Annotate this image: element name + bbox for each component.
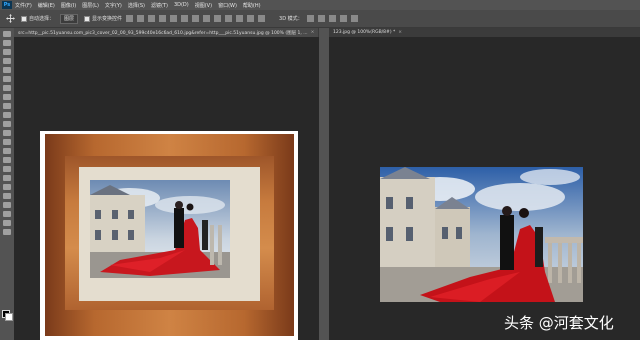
path-select-tool-icon[interactable] (3, 193, 11, 199)
distribute-left-icon[interactable] (225, 15, 233, 22)
photoshop-logo: Ps (2, 1, 12, 9)
align-left-icon[interactable] (159, 15, 167, 22)
auto-select-checkbox[interactable]: 自动选择： (21, 15, 54, 22)
3d-rotate-icon[interactable] (306, 15, 314, 22)
zoom-tool-icon[interactable] (3, 220, 11, 226)
menu-help[interactable]: 帮助(H) (243, 2, 261, 9)
distribute-center-icon[interactable] (236, 15, 244, 22)
quick-select-tool-icon[interactable] (3, 58, 11, 64)
3d-scale-icon[interactable] (350, 15, 358, 22)
frame-tool-icon[interactable] (3, 76, 11, 82)
crop-tool-icon[interactable] (3, 67, 11, 73)
brush-tool-icon[interactable] (3, 112, 11, 118)
clone-stamp-tool-icon[interactable] (3, 121, 11, 127)
show-transform-checkbox[interactable]: 显示变换控件 (84, 15, 122, 22)
frame-inner-bevel (65, 156, 274, 310)
frame-mat (79, 167, 260, 301)
checkbox-icon (21, 15, 27, 22)
menu-bar: Ps 文件(F) 编辑(E) 图像(I) 图层(L) 文字(Y) 选择(S) 滤… (0, 0, 640, 10)
shape-tool-icon[interactable] (3, 202, 11, 208)
hand-tool-icon[interactable] (3, 211, 11, 217)
close-icon[interactable]: × (398, 30, 402, 35)
menu-layer[interactable]: 图层(L) (82, 2, 99, 9)
eraser-tool-icon[interactable] (3, 139, 11, 145)
menu-file[interactable]: 文件(F) (15, 2, 32, 9)
menu-edit[interactable]: 编辑(E) (38, 2, 55, 9)
panel-divider[interactable] (319, 28, 329, 340)
document-tab[interactable]: 123.jpg @ 100%(RGB/8#) * × (329, 28, 406, 37)
align-middle-icon[interactable] (137, 15, 145, 22)
distribute-top-icon[interactable] (192, 15, 200, 22)
align-top-icon[interactable] (126, 15, 134, 22)
lasso-tool-icon[interactable] (3, 49, 11, 55)
options-bar: 自动选择： 图层 显示变换控件 3D 模式： (0, 10, 640, 28)
show-transform-label: 显示变换控件 (92, 16, 123, 22)
pen-tool-icon[interactable] (3, 175, 11, 181)
align-bottom-icon[interactable] (148, 15, 156, 22)
checkbox-icon (84, 15, 91, 22)
background-color-swatch[interactable] (5, 313, 13, 321)
distribute-middle-icon[interactable] (203, 15, 211, 22)
eyedropper-tool-icon[interactable] (3, 85, 11, 91)
auto-select-dropdown[interactable]: 图层 (60, 13, 79, 24)
history-brush-tool-icon[interactable] (3, 130, 11, 136)
watermark-text: 头条 @河套文化 (504, 314, 614, 332)
ruler-tool-icon[interactable] (3, 94, 11, 100)
mode-3d-label: 3D 模式： (279, 16, 303, 22)
document-tabbar-left: src=http__pic.51yuansu.com_pic3_cover_02… (14, 28, 319, 37)
document-tab[interactable]: src=http__pic.51yuansu.com_pic3_cover_02… (14, 28, 319, 37)
wooden-frame (45, 134, 294, 336)
distribute-right-icon[interactable] (247, 15, 255, 22)
marquee-tool-icon[interactable] (3, 40, 11, 46)
align-center-icon[interactable] (170, 15, 178, 22)
wedding-photo[interactable] (380, 167, 583, 302)
menu-3d[interactable]: 3D(D) (174, 2, 189, 8)
wedding-photo-in-frame[interactable] (90, 180, 230, 278)
auto-select-label: 自动选择： (29, 16, 55, 22)
menu-select[interactable]: 选择(S) (128, 2, 145, 9)
menu-image[interactable]: 图像(I) (61, 2, 76, 9)
more-tools-icon[interactable] (3, 229, 11, 235)
document-tab-title: src=http__pic.51yuansu.com_pic3_cover_02… (18, 30, 308, 36)
blur-tool-icon[interactable] (3, 157, 11, 163)
align-right-icon[interactable] (181, 15, 189, 22)
dodge-tool-icon[interactable] (3, 166, 11, 172)
move-tool-icon[interactable] (3, 31, 11, 37)
distribute-bottom-icon[interactable] (214, 15, 222, 22)
document-tab-title: 123.jpg @ 100%(RGB/8#) * (333, 30, 396, 35)
menu-filter[interactable]: 滤镜(T) (151, 2, 168, 9)
document-tabbar-right: 123.jpg @ 100%(RGB/8#) * × (329, 28, 640, 37)
auto-align-icon[interactable] (258, 15, 266, 22)
type-tool-icon[interactable] (3, 184, 11, 190)
close-icon[interactable]: × (311, 30, 315, 35)
3d-roll-icon[interactable] (317, 15, 325, 22)
move-tool-icon[interactable] (6, 14, 15, 23)
auto-select-value: 图层 (64, 16, 75, 22)
tools-panel (0, 28, 14, 340)
gradient-tool-icon[interactable] (3, 148, 11, 154)
3d-slide-icon[interactable] (339, 15, 347, 22)
healing-brush-tool-icon[interactable] (3, 103, 11, 109)
3d-pan-icon[interactable] (328, 15, 336, 22)
menu-type[interactable]: 文字(Y) (105, 2, 122, 9)
menu-window[interactable]: 窗口(W) (218, 2, 237, 9)
menu-view[interactable]: 视图(V) (195, 2, 212, 9)
